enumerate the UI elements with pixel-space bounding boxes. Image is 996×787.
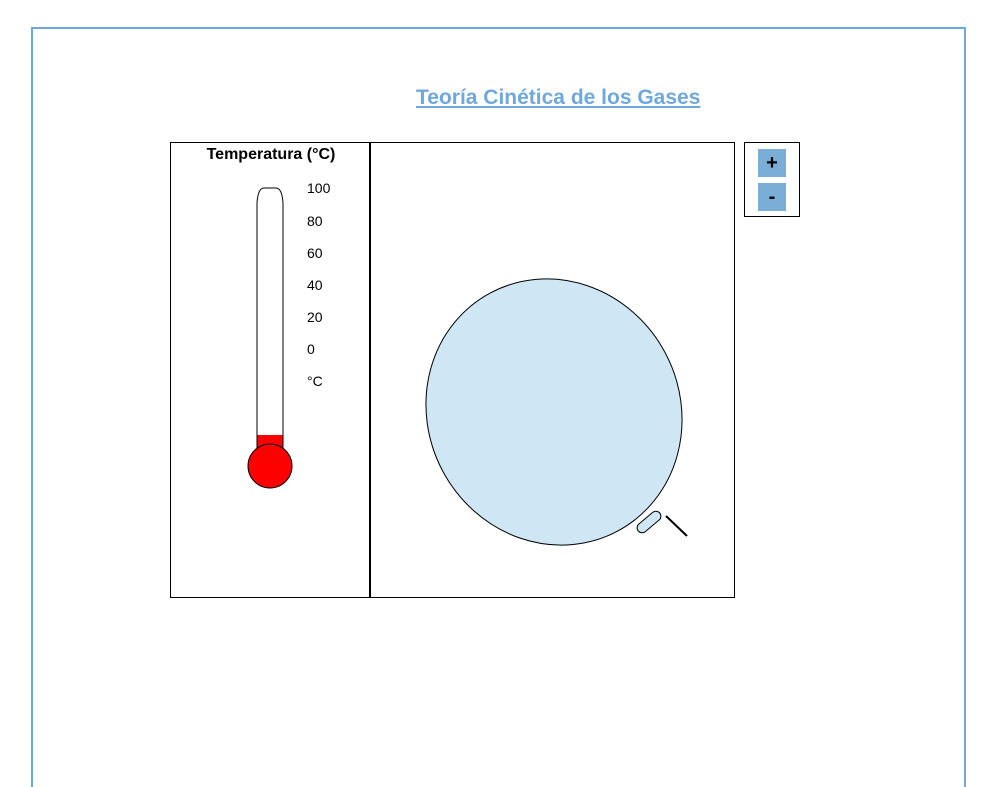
thermometer-bulb — [247, 443, 293, 489]
balloon-body — [425, 278, 683, 546]
temperature-controls: + - — [744, 142, 800, 217]
decrease-temperature-button[interactable]: - — [758, 183, 786, 211]
tick-0: 0 — [307, 341, 315, 357]
balloon-string — [665, 515, 688, 537]
thermometer-graphic — [247, 187, 293, 489]
balloon-graphic — [425, 278, 688, 546]
thermometer-tube — [256, 187, 284, 443]
increase-temperature-button[interactable]: + — [758, 149, 786, 177]
thermometer-panel: Temperatura (°C) 100 80 60 40 20 0 °C — [170, 142, 370, 598]
page-title[interactable]: Teoría Cinética de los Gases — [416, 86, 700, 110]
tick-60: 60 — [307, 245, 323, 261]
tick-40: 40 — [307, 277, 323, 293]
tick-80: 80 — [307, 213, 323, 229]
tick-20: 20 — [307, 309, 323, 325]
balloon-panel — [369, 142, 735, 598]
tick-100: 100 — [307, 180, 331, 196]
tick-unit: °C — [307, 373, 323, 389]
